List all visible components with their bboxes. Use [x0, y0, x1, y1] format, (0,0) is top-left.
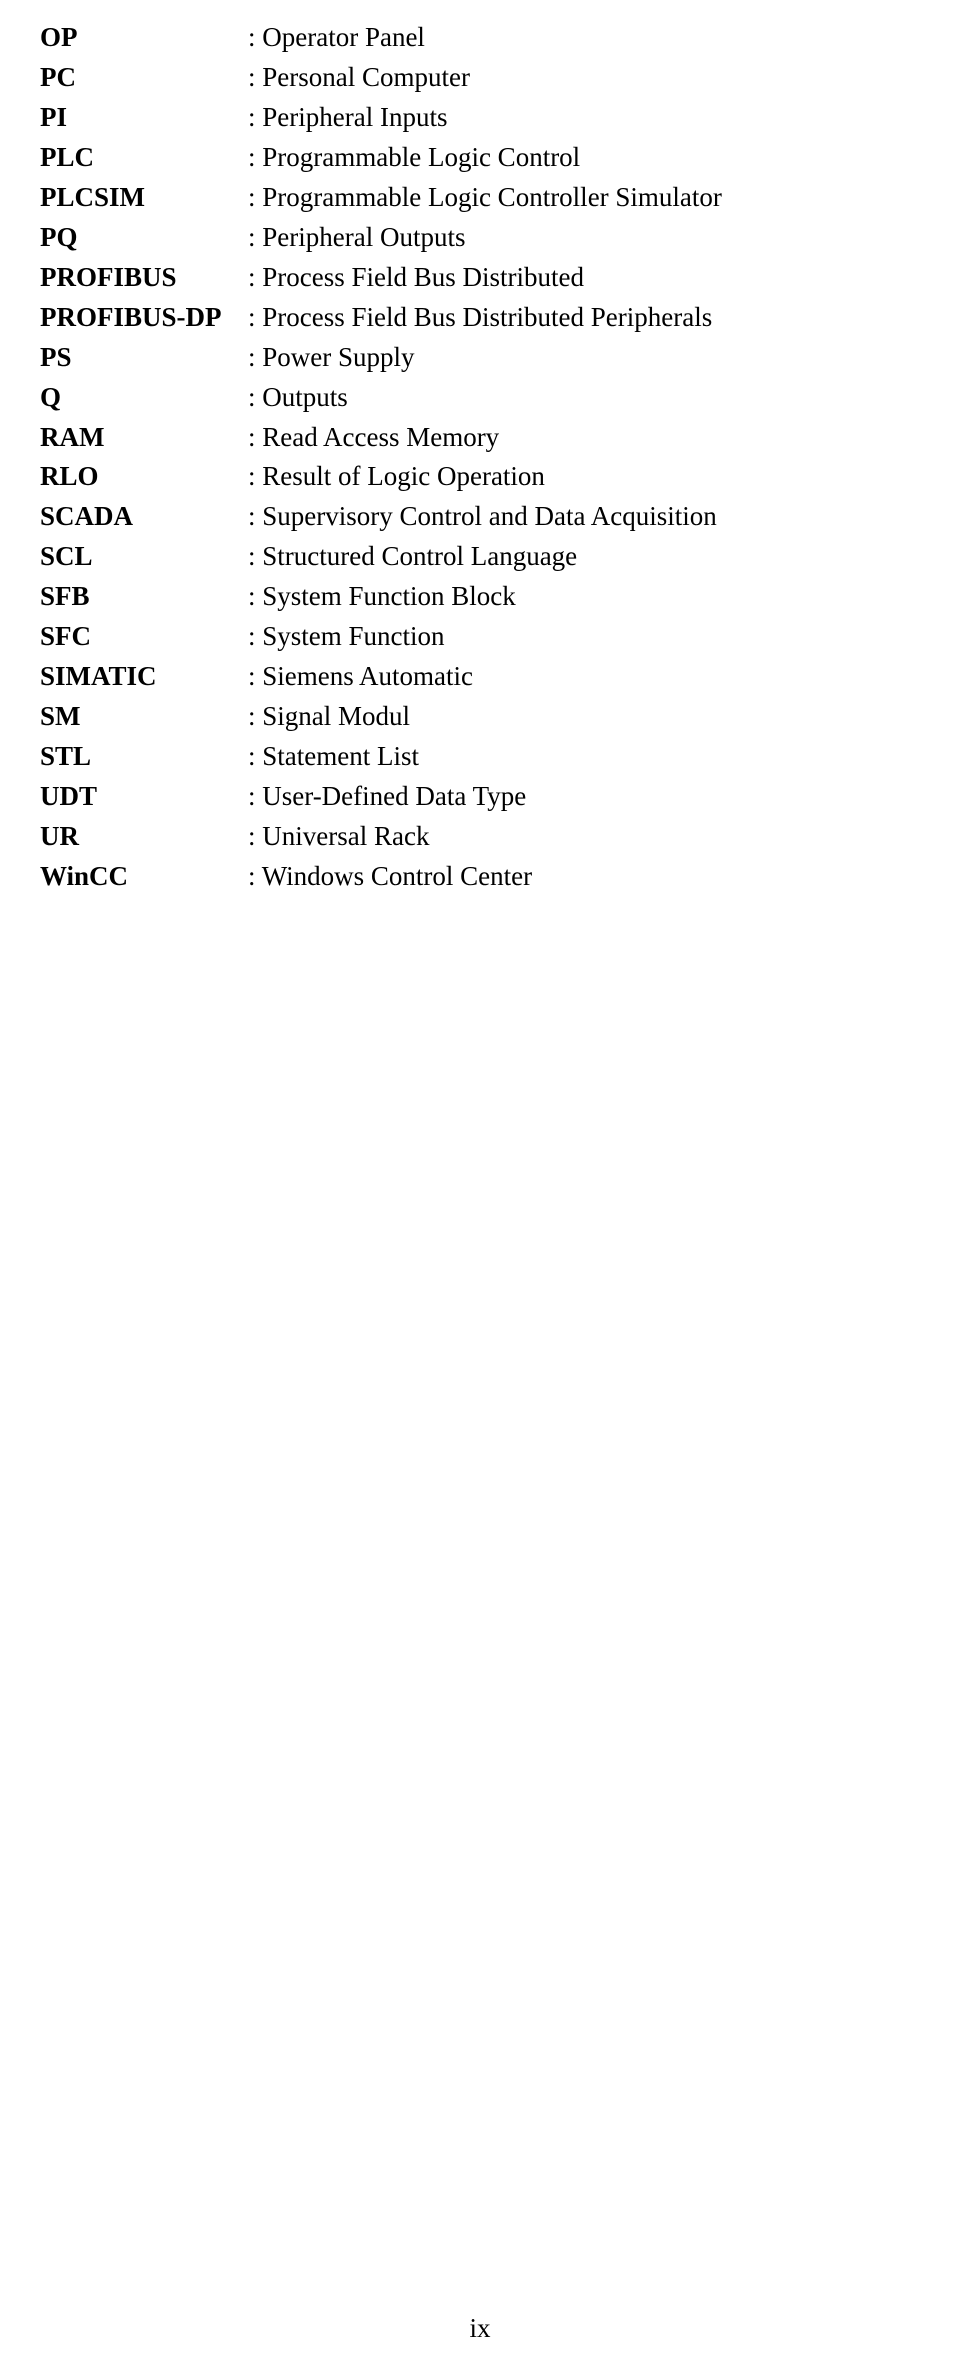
abbreviation: PROFIBUS	[40, 258, 248, 298]
definition-text: : Supervisory Control and Data Acquisiti…	[248, 497, 920, 537]
definition-text: : Outputs	[248, 378, 920, 418]
abbreviation: PI	[40, 98, 248, 138]
abbreviation: RLO	[40, 457, 248, 497]
definition-row: SFB : System Function Block	[40, 577, 920, 617]
definition-text: : System Function	[248, 617, 920, 657]
definition-row: PC : Personal Computer	[40, 58, 920, 98]
definition-row: SCADA : Supervisory Control and Data Acq…	[40, 497, 920, 537]
definition-row: WinCC : Windows Control Center	[40, 857, 920, 897]
definition-text: : Structured Control Language	[248, 537, 920, 577]
definition-text: : Universal Rack	[248, 817, 920, 857]
abbreviation: WinCC	[40, 857, 248, 897]
definition-text: : Peripheral Outputs	[248, 218, 920, 258]
definition-row: UDT : User-Defined Data Type	[40, 777, 920, 817]
definition-row: STL : Statement List	[40, 737, 920, 777]
definition-row: PS : Power Supply	[40, 338, 920, 378]
definition-text: : Process Field Bus Distributed Peripher…	[248, 298, 920, 338]
abbreviation: SCL	[40, 537, 248, 577]
definition-text: : Process Field Bus Distributed	[248, 258, 920, 298]
abbreviation: SIMATIC	[40, 657, 248, 697]
abbreviation: UDT	[40, 777, 248, 817]
definition-row: SCL : Structured Control Language	[40, 537, 920, 577]
definition-row: UR : Universal Rack	[40, 817, 920, 857]
abbreviation: RAM	[40, 418, 248, 458]
definition-text: : Programmable Logic Control	[248, 138, 920, 178]
abbreviation: SM	[40, 697, 248, 737]
definition-text: : Operator Panel	[248, 18, 920, 58]
definition-text: : Statement List	[248, 737, 920, 777]
abbreviation: Q	[40, 378, 248, 418]
definition-row: SFC : System Function	[40, 617, 920, 657]
definition-row: OP : Operator Panel	[40, 18, 920, 58]
abbreviation: SFC	[40, 617, 248, 657]
definition-row: RAM : Read Access Memory	[40, 418, 920, 458]
definition-text: : Siemens Automatic	[248, 657, 920, 697]
page-number: ix	[0, 2313, 960, 2344]
definition-row: PQ : Peripheral Outputs	[40, 218, 920, 258]
abbreviation: PC	[40, 58, 248, 98]
definition-text: : Read Access Memory	[248, 418, 920, 458]
abbreviation: PS	[40, 338, 248, 378]
definition-text: : Windows Control Center	[248, 857, 920, 897]
abbreviation: SFB	[40, 577, 248, 617]
definition-text: : Power Supply	[248, 338, 920, 378]
definition-text: : System Function Block	[248, 577, 920, 617]
definition-row: RLO : Result of Logic Operation	[40, 457, 920, 497]
definition-text: : User-Defined Data Type	[248, 777, 920, 817]
definition-row: Q : Outputs	[40, 378, 920, 418]
definition-row: PLCSIM : Programmable Logic Controller S…	[40, 178, 920, 218]
abbreviation: SCADA	[40, 497, 248, 537]
abbreviation: PLCSIM	[40, 178, 248, 218]
abbreviation: OP	[40, 18, 248, 58]
definition-row: PLC : Programmable Logic Control	[40, 138, 920, 178]
definition-text: : Result of Logic Operation	[248, 457, 920, 497]
definition-row: PI : Peripheral Inputs	[40, 98, 920, 138]
definitions-list: OP : Operator Panel PC : Personal Comput…	[40, 18, 920, 897]
definition-text: : Signal Modul	[248, 697, 920, 737]
abbreviation: PQ	[40, 218, 248, 258]
definition-row: SM : Signal Modul	[40, 697, 920, 737]
abbreviation: PLC	[40, 138, 248, 178]
definition-row: PROFIBUS-DP : Process Field Bus Distribu…	[40, 298, 920, 338]
abbreviation: STL	[40, 737, 248, 777]
definition-row: PROFIBUS : Process Field Bus Distributed	[40, 258, 920, 298]
definition-text: : Personal Computer	[248, 58, 920, 98]
abbreviation: UR	[40, 817, 248, 857]
abbreviation: PROFIBUS-DP	[40, 298, 248, 338]
definition-text: : Programmable Logic Controller Simulato…	[248, 178, 920, 218]
definition-row: SIMATIC : Siemens Automatic	[40, 657, 920, 697]
definition-text: : Peripheral Inputs	[248, 98, 920, 138]
